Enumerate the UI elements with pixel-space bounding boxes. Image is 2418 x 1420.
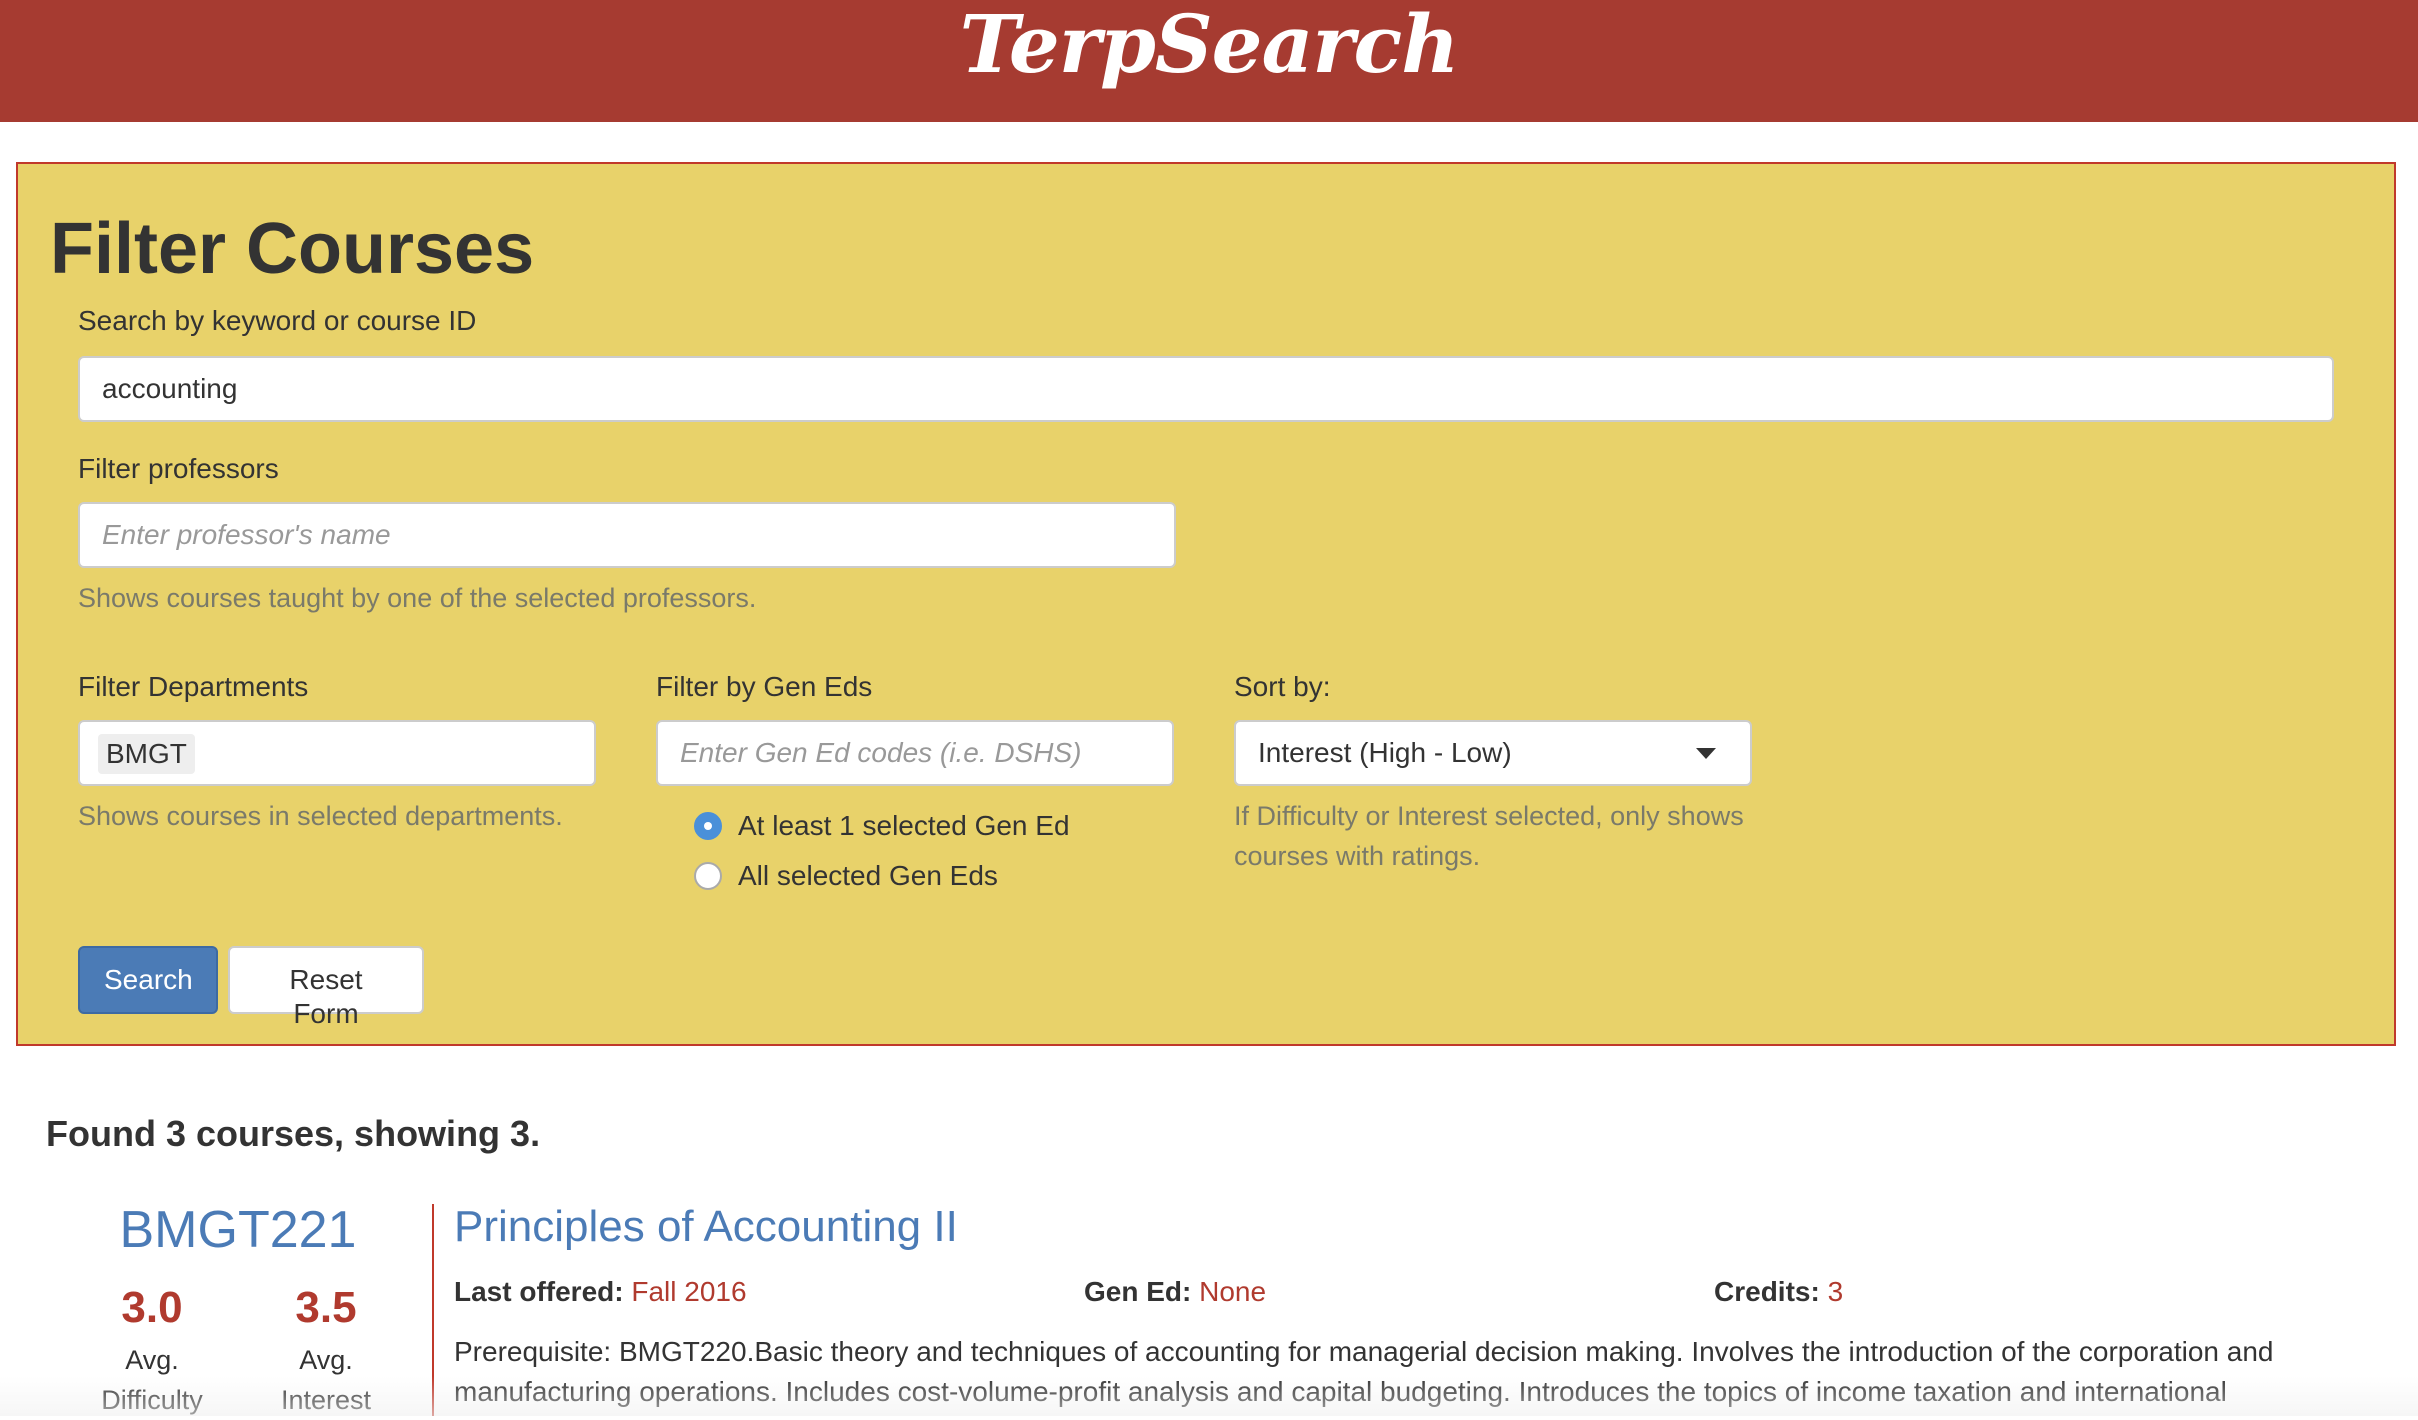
department-tag-bmgt[interactable]: BMGT <box>98 734 195 774</box>
gened-option-all-label: All selected Gen Eds <box>738 860 998 891</box>
sort-select[interactable]: Interest (High - Low) <box>1234 720 1752 786</box>
top-header-bar: TerpSearch <box>0 0 2418 122</box>
departments-label: Filter Departments <box>78 671 309 702</box>
keyword-label: Search by keyword or course ID <box>78 305 477 336</box>
course-description: Prerequisite: BMGT220.Basic theory and t… <box>454 1336 2274 1407</box>
sort-label: Sort by: <box>1234 671 1331 702</box>
geneds-label: Filter by Gen Eds <box>656 671 873 702</box>
brand-logo[interactable]: TerpSearch <box>960 4 1460 84</box>
difficulty-score: 3.0 <box>121 1283 183 1332</box>
gened-option-all[interactable]: All selected Gen Eds <box>694 860 998 892</box>
difficulty-label: Avg. Difficulty <box>101 1345 203 1415</box>
professor-filter-input[interactable] <box>78 502 1176 568</box>
professors-label: Filter professors <box>78 453 279 484</box>
radio-unselected-icon[interactable] <box>694 862 722 890</box>
results-summary: Found 3 courses, showing 3. <box>46 1113 541 1154</box>
gen-ed-value: None <box>1199 1276 1267 1307</box>
chevron-down-icon <box>1696 748 1716 759</box>
filter-panel: Filter Courses Search by keyword or cour… <box>16 162 2396 1046</box>
departments-input[interactable]: BMGT <box>78 720 596 786</box>
gened-option-any-label: At least 1 selected Gen Ed <box>738 810 1070 841</box>
course-divider <box>432 1204 434 1416</box>
interest-label: Avg. Interest <box>280 1345 372 1415</box>
search-button[interactable]: Search <box>78 946 218 1014</box>
professors-help-text: Shows courses taught by one of the selec… <box>78 583 757 613</box>
credits-value: 3 <box>1827 1276 1844 1307</box>
radio-selected-icon[interactable] <box>694 812 722 840</box>
interest-score: 3.5 <box>295 1283 357 1332</box>
sort-selected-value: Interest (High - Low) <box>1258 737 1512 768</box>
last-offered-value: Fall 2016 <box>631 1276 747 1307</box>
last-offered-label: Last offered: <box>454 1276 624 1307</box>
credits-label: Credits: <box>1714 1276 1820 1307</box>
reset-form-button[interactable]: Reset Form <box>228 946 424 1029</box>
credits: Credits: 3 <box>1714 1272 1843 1312</box>
gen-ed-label: Gen Ed: <box>1084 1276 1192 1307</box>
departments-help-text: Shows courses in selected departments. <box>78 801 563 831</box>
course-title-link[interactable]: Principles of Accounting II <box>454 1198 958 1256</box>
page-title: Filter Courses <box>50 209 535 289</box>
course-id-link[interactable]: BMGT221 <box>100 1198 376 1262</box>
last-offered: Last offered: Fall 2016 <box>454 1272 747 1312</box>
sort-help-text: If Difficulty or Interest selected, only… <box>1234 801 1744 871</box>
gen-ed: Gen Ed: None <box>1084 1272 1266 1312</box>
gened-option-any[interactable]: At least 1 selected Gen Ed <box>694 810 1070 842</box>
keyword-search-input[interactable] <box>78 356 2334 422</box>
gened-filter-input[interactable] <box>656 720 1174 786</box>
